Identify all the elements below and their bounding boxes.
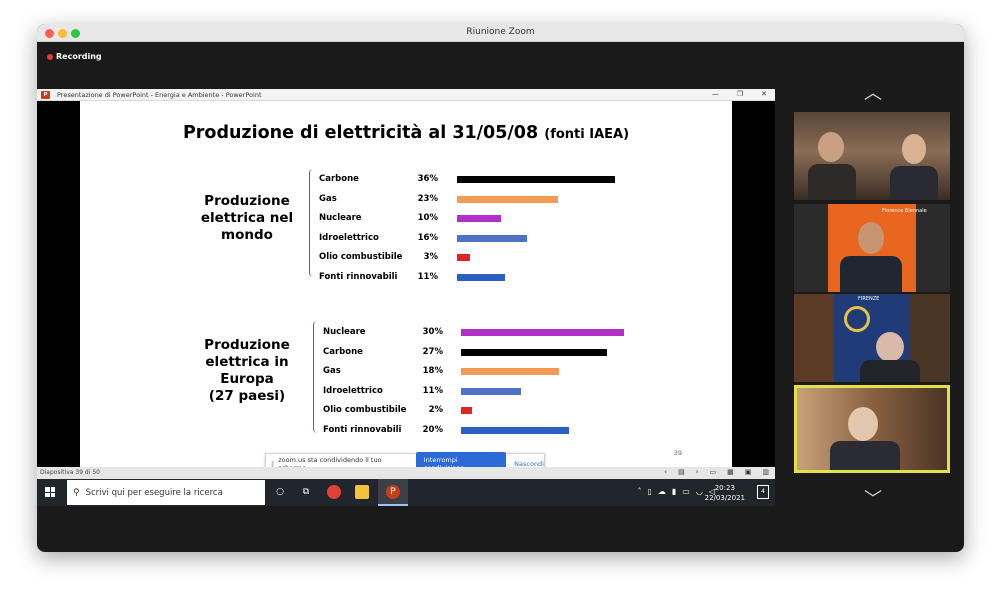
- window-titlebar: Riunione Zoom: [37, 24, 964, 42]
- powerpoint-window-title: Presentazione di PowerPoint - Energia e …: [57, 91, 262, 99]
- notifications-count: 4: [761, 488, 765, 495]
- percentage-label: 18%: [422, 366, 443, 377]
- source-label: Gas: [323, 366, 341, 377]
- share-bar: [457, 254, 471, 262]
- powerpoint-logo-icon: P: [41, 91, 50, 99]
- source-label: Carbone: [323, 346, 363, 357]
- powerpoint-titlebar: P Presentazione di PowerPoint - Energia …: [37, 89, 775, 101]
- participant-tile-3[interactable]: FIRENZE: [794, 294, 950, 382]
- chrome-icon[interactable]: [327, 485, 341, 499]
- tray-wifi-icon[interactable]: ◡: [696, 487, 703, 496]
- source-label: Fonti rinnovabili: [319, 272, 398, 282]
- tray-chevron-icon[interactable]: ˄: [637, 487, 641, 496]
- share-bar: [461, 348, 608, 356]
- source-label: Fonti rinnovabili: [323, 425, 402, 435]
- normal-view-icon[interactable]: ▭: [710, 468, 717, 476]
- recording-indicator[interactable]: Recording: [47, 52, 102, 61]
- source-label: Gas: [319, 193, 337, 204]
- source-label: Idroelettrico: [323, 385, 383, 396]
- clock-time: 20:23: [714, 484, 735, 492]
- group-brace-1: [309, 169, 315, 277]
- previous-slide-icon[interactable]: ‹: [664, 468, 667, 476]
- ppt-close-button[interactable]: ✕: [761, 90, 767, 98]
- participant-2-label: Florence Biennale: [882, 208, 927, 214]
- source-label: Carbone: [319, 174, 359, 184]
- share-bar: [461, 387, 521, 395]
- percentage-label: 20%: [422, 425, 443, 435]
- source-label: Olio combustibile: [323, 405, 407, 416]
- search-icon: ⚲: [73, 487, 80, 498]
- taskbar-clock[interactable]: 20:23 22/03/2021: [705, 483, 745, 503]
- slide-title-suffix: (fonti IAEA): [544, 127, 630, 142]
- share-bar: [461, 329, 624, 336]
- slide-area: Produzione di elettricità al 31/05/08 (f…: [37, 101, 775, 467]
- share-bar: [461, 427, 570, 434]
- percentage-label: 16%: [417, 232, 438, 243]
- ppt-minimize-button[interactable]: —: [712, 90, 719, 98]
- share-bar: [457, 195, 559, 203]
- slide-count: Diapositiva 39 di 50: [40, 469, 100, 476]
- share-bar: [461, 368, 559, 376]
- recording-label: Recording: [56, 52, 102, 61]
- percentage-label: 2%: [428, 405, 443, 416]
- presenter-view-icon[interactable]: ▥: [762, 468, 769, 476]
- zoom-window: Riunione Zoom Recording P Presentazione …: [37, 24, 964, 552]
- recording-dot-icon: [47, 53, 53, 60]
- slide-title: Produzione di elettricità al 31/05/08 (f…: [80, 123, 732, 143]
- tray-mic-icon[interactable]: ▮: [672, 487, 676, 496]
- ppt-restore-button[interactable]: ❐: [737, 90, 743, 98]
- source-label: Olio combustibile: [319, 252, 403, 263]
- sorter-view-icon[interactable]: ▦: [727, 468, 734, 476]
- source-label: Nucleare: [319, 213, 362, 224]
- percentage-label: 27%: [422, 346, 443, 357]
- percentage-label: 23%: [417, 193, 438, 204]
- share-bar: [457, 234, 528, 242]
- percentage-label: 11%: [422, 385, 443, 396]
- window-title: Riunione Zoom: [466, 27, 535, 37]
- source-label: Nucleare: [323, 327, 366, 337]
- next-slide-icon[interactable]: ›: [696, 468, 699, 476]
- slide: Produzione di elettricità al 31/05/08 (f…: [80, 101, 732, 467]
- participant-tile-1[interactable]: [794, 112, 950, 200]
- slide-menu-icon[interactable]: ▤: [678, 468, 685, 476]
- slide-number: 39: [673, 449, 682, 457]
- participant-tile-2[interactable]: Florence Biennale: [794, 204, 950, 292]
- participant-tile-4-active-speaker[interactable]: [794, 385, 950, 473]
- task-view-icon[interactable]: ⧉: [299, 485, 313, 499]
- clock-date: 22/03/2021: [704, 494, 745, 502]
- tray-cloud-icon[interactable]: ☁: [658, 487, 666, 496]
- windows-taskbar: ⚲ Scrivi qui per eseguire la ricerca ○ ⧉…: [37, 479, 775, 506]
- slide-title-main: Produzione di elettricità al 31/05/08: [182, 123, 539, 143]
- share-bar: [457, 215, 501, 223]
- participant-3-label: FIRENZE: [858, 296, 880, 302]
- group-label-2: Produzione elettrica in Europa (27 paesi): [204, 337, 290, 404]
- group-brace-2: [313, 321, 319, 433]
- percentage-label: 36%: [417, 174, 438, 184]
- tray-device-icon[interactable]: ▯: [647, 487, 651, 496]
- share-bar: [457, 274, 506, 281]
- share-bar: [457, 176, 616, 183]
- percentage-label: 10%: [417, 213, 438, 224]
- notifications-icon[interactable]: 4: [757, 485, 769, 499]
- gallery-up-chevron-icon[interactable]: ︿: [861, 85, 885, 103]
- tray-network-icon[interactable]: ▭: [682, 487, 690, 496]
- reading-view-icon[interactable]: ▣: [745, 468, 752, 476]
- group-label-1: Produzione elettrica nel mondo: [200, 193, 294, 243]
- gallery-down-chevron-icon[interactable]: ﹀: [861, 491, 885, 509]
- source-label: Idroelettrico: [319, 232, 379, 243]
- system-tray: ˄ ▯ ☁ ▮ ▭ ◡ ◁: [637, 487, 715, 496]
- percentage-label: 30%: [422, 327, 443, 337]
- powerpoint-window-controls: — ❐ ✕: [712, 90, 767, 98]
- percentage-label: 11%: [417, 272, 438, 282]
- powerpoint-taskbar-icon[interactable]: P: [386, 485, 400, 499]
- file-explorer-icon[interactable]: [355, 485, 369, 499]
- cortana-icon[interactable]: ○: [273, 485, 287, 499]
- powerpoint-statusbar: Diapositiva 39 di 50 ‹ ▤ › ▭ ▦ ▣ ▥: [37, 467, 775, 479]
- taskbar-search[interactable]: ⚲ Scrivi qui per eseguire la ricerca: [67, 480, 265, 505]
- share-bar: [461, 407, 472, 415]
- windows-start-icon[interactable]: [45, 487, 55, 497]
- percentage-label: 3%: [423, 252, 438, 263]
- taskbar-search-placeholder: Scrivi qui per eseguire la ricerca: [85, 487, 223, 498]
- view-controls: ‹ ▤ › ▭ ▦ ▣ ▥: [664, 468, 769, 476]
